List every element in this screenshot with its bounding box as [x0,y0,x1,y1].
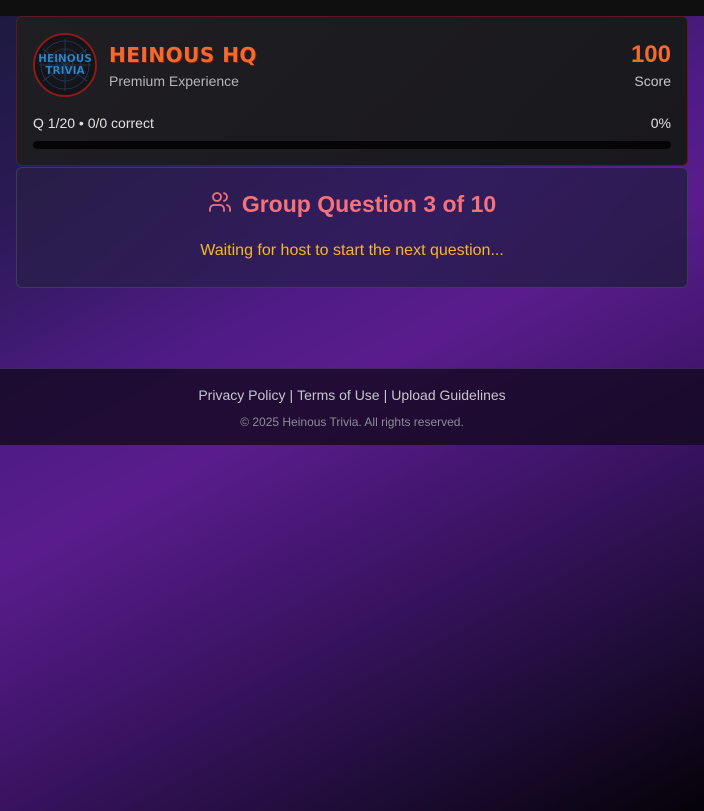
top-bar [0,0,704,16]
score-value: 100 [630,41,671,68]
waiting-status: Waiting for host to start the next quest… [200,242,504,259]
question-card: Group Question 3 of 10 Waiting for host … [16,167,688,288]
question-header: Group Question 3 of 10 [17,190,687,219]
logo-text-line-2: TRIVIA [45,65,85,77]
footer: Privacy Policy | Terms of Use | Upload Guide… [0,368,704,445]
upload-guidelines-link[interactable]: Upload Guidelines [391,387,505,403]
footer-separator: | [289,387,294,403]
heinous-trivia-logo: HEINOUS TRIVIA [33,33,97,97]
copyright-text: © 2025 Heinous Trivia. All rights reserv… [240,415,464,429]
header-card: HEINOUS TRIVIA HEINOUS HQ Premium Experi… [16,16,688,166]
score-label: Score [634,73,671,89]
footer-links: Privacy Policy | Terms of Use | Upload Guide… [0,387,704,403]
brand-subtitle: Premium Experience [109,73,239,89]
footer-separator: | [383,387,388,403]
users-icon [208,190,232,219]
question-title: Group Question 3 of 10 [241,191,497,217]
progress-percent: 0% [650,115,671,131]
terms-of-use-link[interactable]: Terms of Use [297,387,379,403]
logo-text-line-1: HEINOUS [38,53,92,65]
privacy-policy-link[interactable]: Privacy Policy [198,387,285,403]
progress-text: Q 1/20 • 0/0 correct [33,115,154,131]
progress-bar [33,141,671,149]
brand-title: HEINOUS HQ [109,43,257,67]
